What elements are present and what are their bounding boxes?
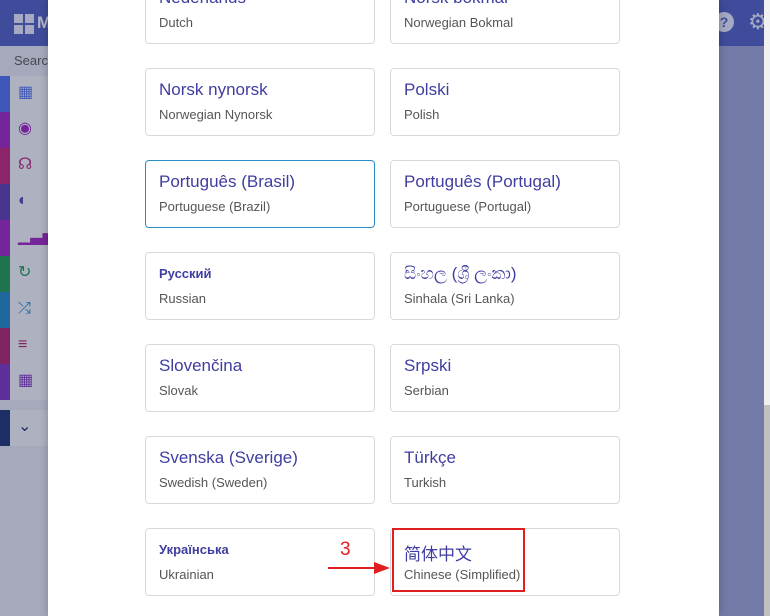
search-input[interactable]: Searc: [14, 53, 48, 68]
toggle-icon: ◐: [18, 192, 28, 209]
language-picker-dialog: Nederlands Dutch Norsk bokmål Norwegian Bok…: [48, 0, 719, 616]
app-logo-icon: [14, 14, 34, 34]
grid-icon: ▦: [18, 84, 34, 101]
language-english-name: Polish: [404, 107, 440, 122]
sidebar-item[interactable]: ☊: [0, 148, 48, 184]
language-native-name: Português (Brasil): [159, 172, 296, 191]
language-native-name: සිංහල (ශ්‍රී ලංකා): [404, 264, 517, 283]
language-native-name: Русский: [159, 266, 212, 281]
language-native-name: Slovenčina: [159, 356, 243, 375]
target-icon: ◉: [18, 120, 32, 137]
language-english-name: Norwegian Bokmal: [404, 15, 514, 30]
annotation-arrow-icon: [328, 562, 390, 574]
language-english-name: Swedish (Sweden): [159, 475, 268, 490]
language-native-name: Norsk bokmål: [404, 0, 508, 8]
language-native-name: Polski: [404, 80, 450, 99]
shuffle-icon: ⤮: [18, 300, 31, 317]
language-option[interactable]: Slovenčina Slovak: [145, 344, 375, 412]
language-english-name: Slovak: [159, 383, 199, 398]
language-english-name: Norwegian Nynorsk: [159, 107, 273, 122]
sidebar-item[interactable]: ◐: [0, 184, 48, 220]
language-native-name: Nederlands: [159, 0, 246, 8]
language-english-name: Russian: [159, 291, 206, 306]
language-english-name: Portuguese (Portugal): [404, 199, 532, 214]
language-option[interactable]: Svenska (Sverige) Swedish (Sweden): [145, 436, 375, 504]
language-option[interactable]: Norsk nynorsk Norwegian Nynorsk: [145, 68, 375, 136]
language-option[interactable]: Nederlands Dutch: [145, 0, 375, 44]
list-icon: ≡: [18, 336, 28, 353]
language-native-name: 简体中文: [404, 545, 472, 564]
sidebar-item[interactable]: ▁▃▅: [0, 220, 55, 256]
sidebar-item[interactable]: ⤮: [0, 292, 48, 328]
scrollbar-thumb[interactable]: [764, 405, 770, 616]
language-option[interactable]: Polski Polish: [390, 68, 620, 136]
sidebar-item[interactable]: ▦: [0, 364, 48, 400]
language-native-name: Türkçe: [404, 448, 456, 467]
sidebar-item[interactable]: ◉: [0, 112, 48, 148]
language-native-name: Português (Portugal): [404, 172, 561, 191]
language-option[interactable]: 简体中文 Chinese (Simplified): [390, 528, 620, 596]
language-option[interactable]: Türkçe Turkish: [390, 436, 620, 504]
main-content-background: [719, 46, 770, 616]
headphones-icon: ☊: [18, 156, 33, 173]
language-english-name: Sinhala (Sri Lanka): [404, 291, 515, 306]
language-english-name: Ukrainian: [159, 567, 214, 582]
language-english-name: Turkish: [404, 475, 447, 490]
language-native-name: Svenska (Sverige): [159, 448, 298, 467]
language-option[interactable]: Português (Brasil) Portuguese (Brazil): [145, 160, 375, 228]
sidebar-item[interactable]: ⌄: [0, 410, 48, 446]
language-native-name: Українська: [159, 542, 229, 557]
language-english-name: Serbian: [404, 383, 449, 398]
refresh-icon: ↻: [18, 264, 32, 281]
language-native-name: Norsk nynorsk: [159, 80, 268, 99]
language-english-name: Chinese (Simplified): [404, 567, 521, 582]
chevron-down-icon: ⌄: [18, 418, 32, 435]
language-option[interactable]: Русский Russian: [145, 252, 375, 320]
sidebar-item[interactable]: ≡: [0, 328, 48, 364]
calculator-icon: ▦: [18, 372, 34, 389]
language-english-name: Portuguese (Brazil): [159, 199, 271, 214]
language-option[interactable]: Srpski Serbian: [390, 344, 620, 412]
sidebar-item[interactable]: ↻: [0, 256, 48, 292]
language-native-name: Srpski: [404, 356, 452, 375]
language-option[interactable]: සිංහල (ශ්‍රී ලංකා) Sinhala (Sri Lanka): [390, 252, 620, 320]
language-option[interactable]: Português (Portugal) Portuguese (Portugal…: [390, 160, 620, 228]
language-english-name: Dutch: [159, 15, 193, 30]
language-option[interactable]: Norsk bokmål Norwegian Bokmal: [390, 0, 620, 44]
annotation-step-number: 3: [340, 539, 351, 560]
sidebar-item[interactable]: ▦: [0, 76, 48, 112]
